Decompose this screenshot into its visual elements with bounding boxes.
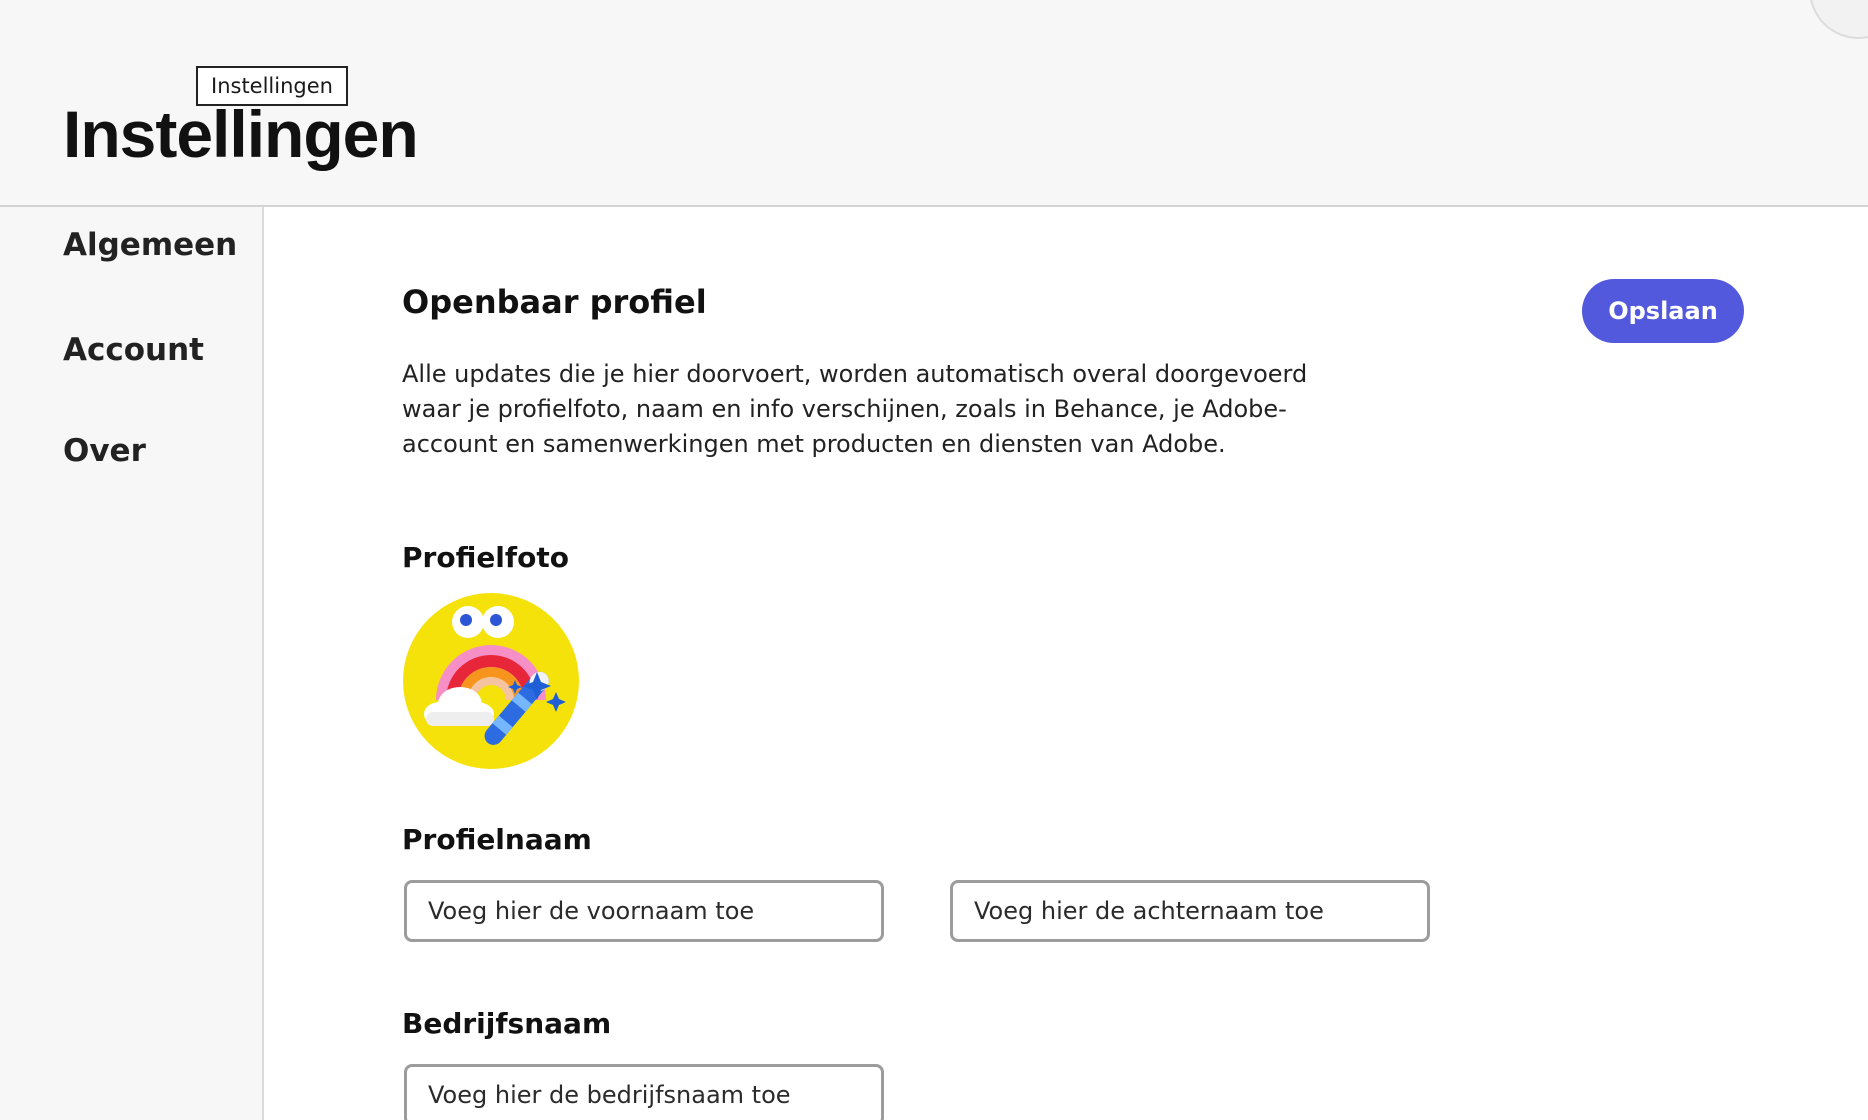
page-header: Instellingen Instellingen (0, 0, 1868, 207)
sidebar-item-algemeen[interactable]: Algemeen (63, 227, 237, 263)
profile-name-label: Profielnaam (402, 823, 592, 856)
first-name-input[interactable] (404, 880, 884, 942)
company-name-input[interactable] (404, 1064, 884, 1120)
section-description: Alle updates die je hier doorvoert, word… (402, 360, 1308, 458)
sidebar-item-account[interactable]: Account (63, 332, 204, 368)
title-tooltip: Instellingen (196, 66, 348, 106)
section-title: Openbaar profiel (402, 283, 707, 321)
sidebar-item-over[interactable]: Over (63, 433, 146, 469)
settings-sidebar: Algemeen Account Over (0, 207, 264, 1120)
window-corner (1809, 0, 1868, 39)
page-title: Instellingen (63, 97, 419, 171)
rainbow-magic-wand-avatar-icon (403, 593, 579, 769)
profile-photo-avatar[interactable] (402, 592, 580, 770)
save-button[interactable]: Opslaan (1582, 279, 1744, 343)
settings-content: Openbaar profiel Opslaan Alle updates di… (264, 207, 1868, 1120)
last-name-input[interactable] (950, 880, 1430, 942)
company-name-label: Bedrijfsnaam (402, 1007, 612, 1040)
profile-photo-label: Profielfoto (402, 541, 569, 574)
